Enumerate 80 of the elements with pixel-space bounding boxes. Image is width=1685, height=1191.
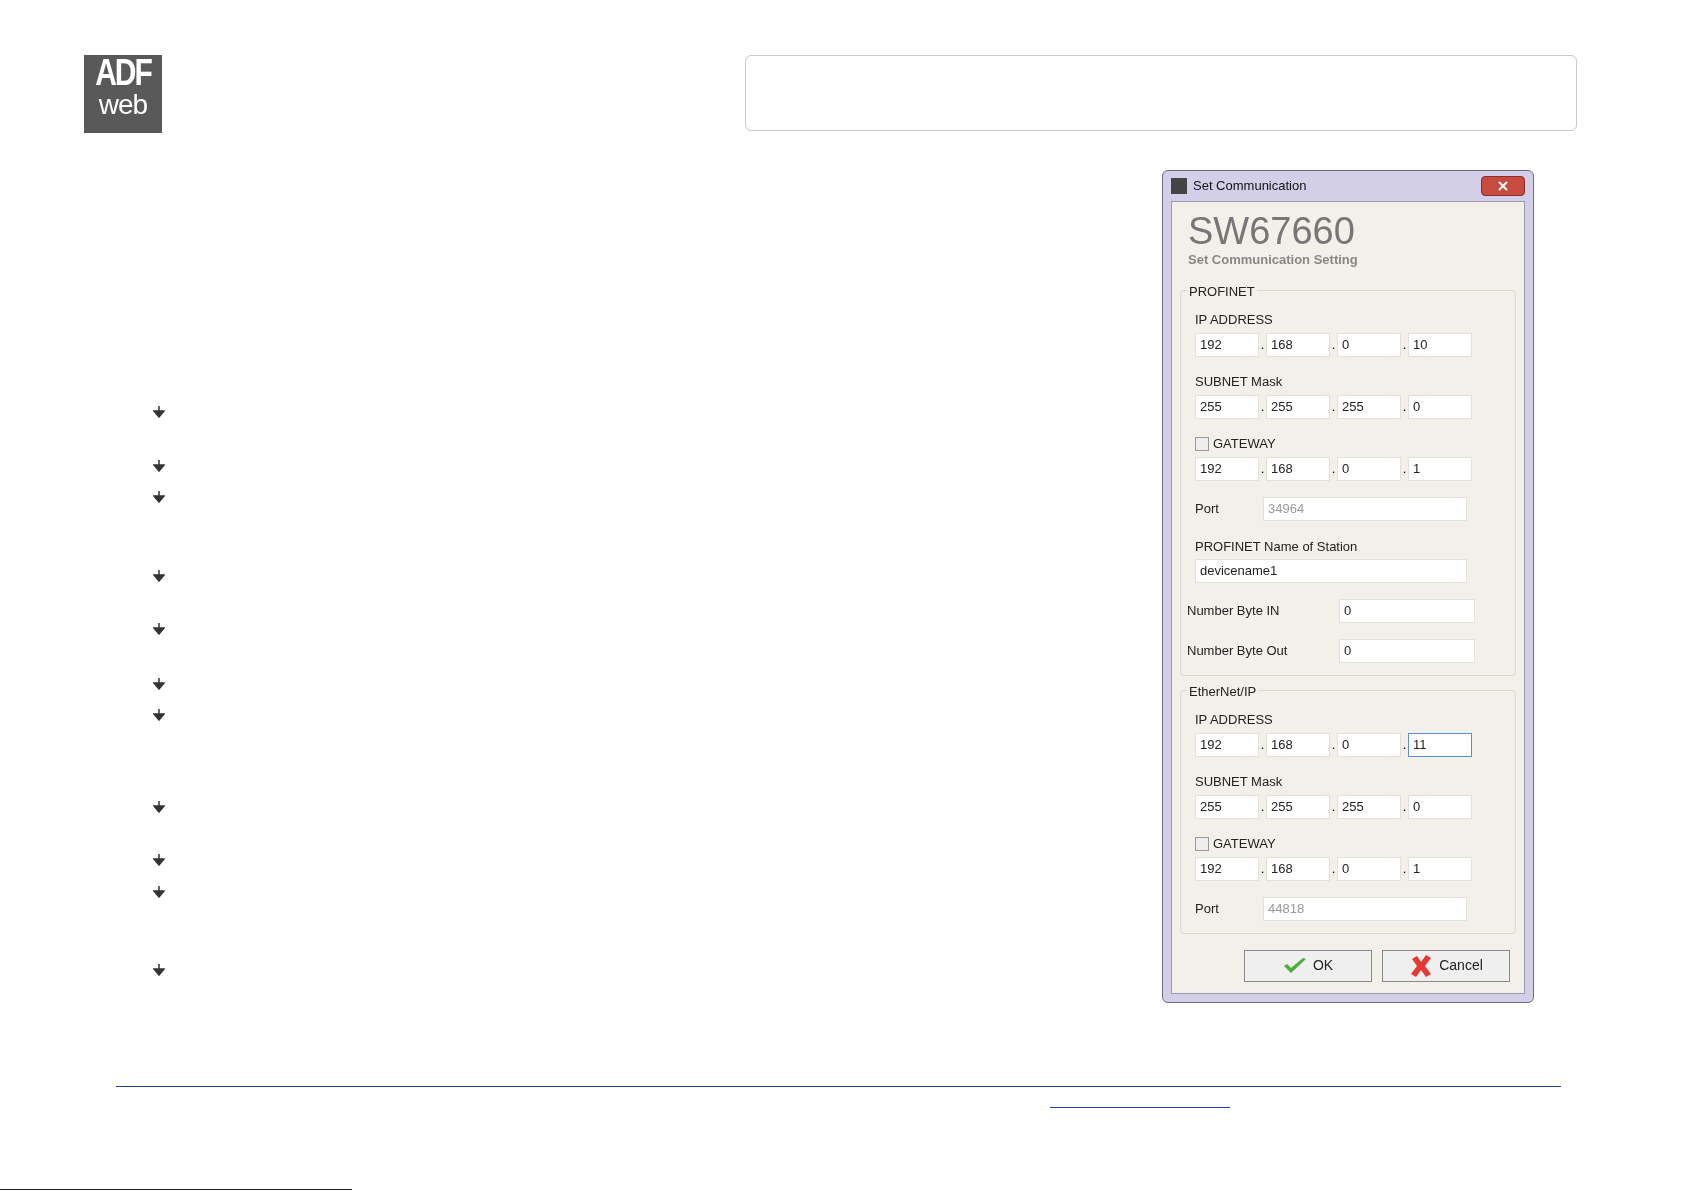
octet-separator: . xyxy=(1259,797,1266,816)
octet-separator: . xyxy=(1401,735,1408,754)
bullet-arrow-icon xyxy=(153,886,165,898)
text-field[interactable]: 0 xyxy=(1339,598,1475,623)
bullet-arrow-icon xyxy=(153,570,165,582)
text-field[interactable]: 168 xyxy=(1266,332,1330,357)
octet-separator: . xyxy=(1330,735,1337,754)
text-field[interactable]: 0 xyxy=(1337,856,1401,881)
octet-separator: . xyxy=(1330,459,1337,478)
text-field[interactable]: 1 xyxy=(1408,456,1472,481)
text-field[interactable]: 0 xyxy=(1339,638,1475,663)
text-field[interactable]: 255 xyxy=(1337,794,1401,819)
close-button[interactable] xyxy=(1481,176,1525,196)
checkmark-icon xyxy=(1282,956,1307,975)
product-subheading: Set Communication Setting xyxy=(1187,251,1359,269)
text-field[interactable]: 168 xyxy=(1266,456,1330,481)
text-field[interactable]: 0 xyxy=(1337,456,1401,481)
bullet-arrow-icon xyxy=(153,623,165,635)
dialog-button[interactable]: OK xyxy=(1244,949,1372,982)
text-field[interactable]: 255 xyxy=(1266,794,1330,819)
text-field[interactable]: 10 xyxy=(1408,332,1472,357)
octet-separator: . xyxy=(1330,397,1337,416)
octet-separator: . xyxy=(1259,397,1266,416)
text-field[interactable]: 0 xyxy=(1337,332,1401,357)
octet-separator: . xyxy=(1401,397,1408,416)
product-heading: SW67660 xyxy=(1187,212,1356,250)
text-field[interactable]: 11 xyxy=(1408,732,1472,757)
text-field[interactable]: 255 xyxy=(1337,394,1401,419)
text-field[interactable]: 192 xyxy=(1195,856,1259,881)
field-label: Port xyxy=(1195,499,1220,518)
octet-separator: . xyxy=(1401,335,1408,354)
field-label: GATEWAY xyxy=(1213,834,1276,853)
bullet-arrow-icon xyxy=(153,964,165,976)
octet-separator: . xyxy=(1330,797,1337,816)
field-label: Number Byte Out xyxy=(1187,641,1289,660)
bullet-arrow-icon xyxy=(153,801,165,813)
octet-separator: . xyxy=(1259,459,1266,478)
cross-icon xyxy=(1409,953,1434,978)
dialog-button[interactable]: Cancel xyxy=(1382,949,1510,982)
text-field[interactable]: devicename1 xyxy=(1195,558,1467,583)
octet-separator: . xyxy=(1401,459,1408,478)
text-field[interactable]: 0 xyxy=(1408,394,1472,419)
text-field[interactable]: 255 xyxy=(1195,794,1259,819)
logo: ADF web xyxy=(84,55,162,133)
checkbox[interactable] xyxy=(1195,836,1209,851)
octet-separator: . xyxy=(1401,797,1408,816)
field-label: IP ADDRESS xyxy=(1195,310,1273,329)
text-field[interactable]: 255 xyxy=(1195,394,1259,419)
text-field[interactable]: 0 xyxy=(1408,794,1472,819)
bullet-arrow-icon xyxy=(153,460,165,472)
bullet-arrow-icon xyxy=(153,854,165,866)
field-label: GATEWAY xyxy=(1213,434,1276,453)
bullet-arrow-icon xyxy=(153,678,165,690)
text-field[interactable]: 255 xyxy=(1266,394,1330,419)
app-icon xyxy=(1171,178,1187,194)
text-field[interactable]: 192 xyxy=(1195,732,1259,757)
field-label: SUBNET Mask xyxy=(1195,772,1283,791)
field-label: SUBNET Mask xyxy=(1195,372,1283,391)
octet-separator: . xyxy=(1330,335,1337,354)
octet-separator: . xyxy=(1259,335,1266,354)
bullet-arrow-icon xyxy=(153,709,165,721)
octet-separator: . xyxy=(1259,859,1266,878)
octet-separator: . xyxy=(1259,735,1266,754)
field-label: IP ADDRESS xyxy=(1195,710,1273,729)
checkbox[interactable] xyxy=(1195,436,1209,451)
window-title: Set Communication xyxy=(1193,177,1307,196)
field-label: Port xyxy=(1195,899,1220,918)
close-icon xyxy=(1498,181,1508,191)
text-field[interactable]: 1 xyxy=(1408,856,1472,881)
text-field[interactable]: 168 xyxy=(1266,732,1330,757)
octet-separator: . xyxy=(1330,859,1337,878)
bullet-arrow-icon xyxy=(153,491,165,503)
field-label: PROFINET Name of Station xyxy=(1195,537,1359,555)
text-field[interactable]: 192 xyxy=(1195,456,1259,481)
text-field[interactable]: 0 xyxy=(1337,732,1401,757)
field-label: Number Byte IN xyxy=(1187,601,1281,620)
text-field[interactable]: 192 xyxy=(1195,332,1259,357)
octet-separator: . xyxy=(1401,859,1408,878)
bullet-arrow-icon xyxy=(153,406,165,418)
text-field[interactable]: 168 xyxy=(1266,856,1330,881)
